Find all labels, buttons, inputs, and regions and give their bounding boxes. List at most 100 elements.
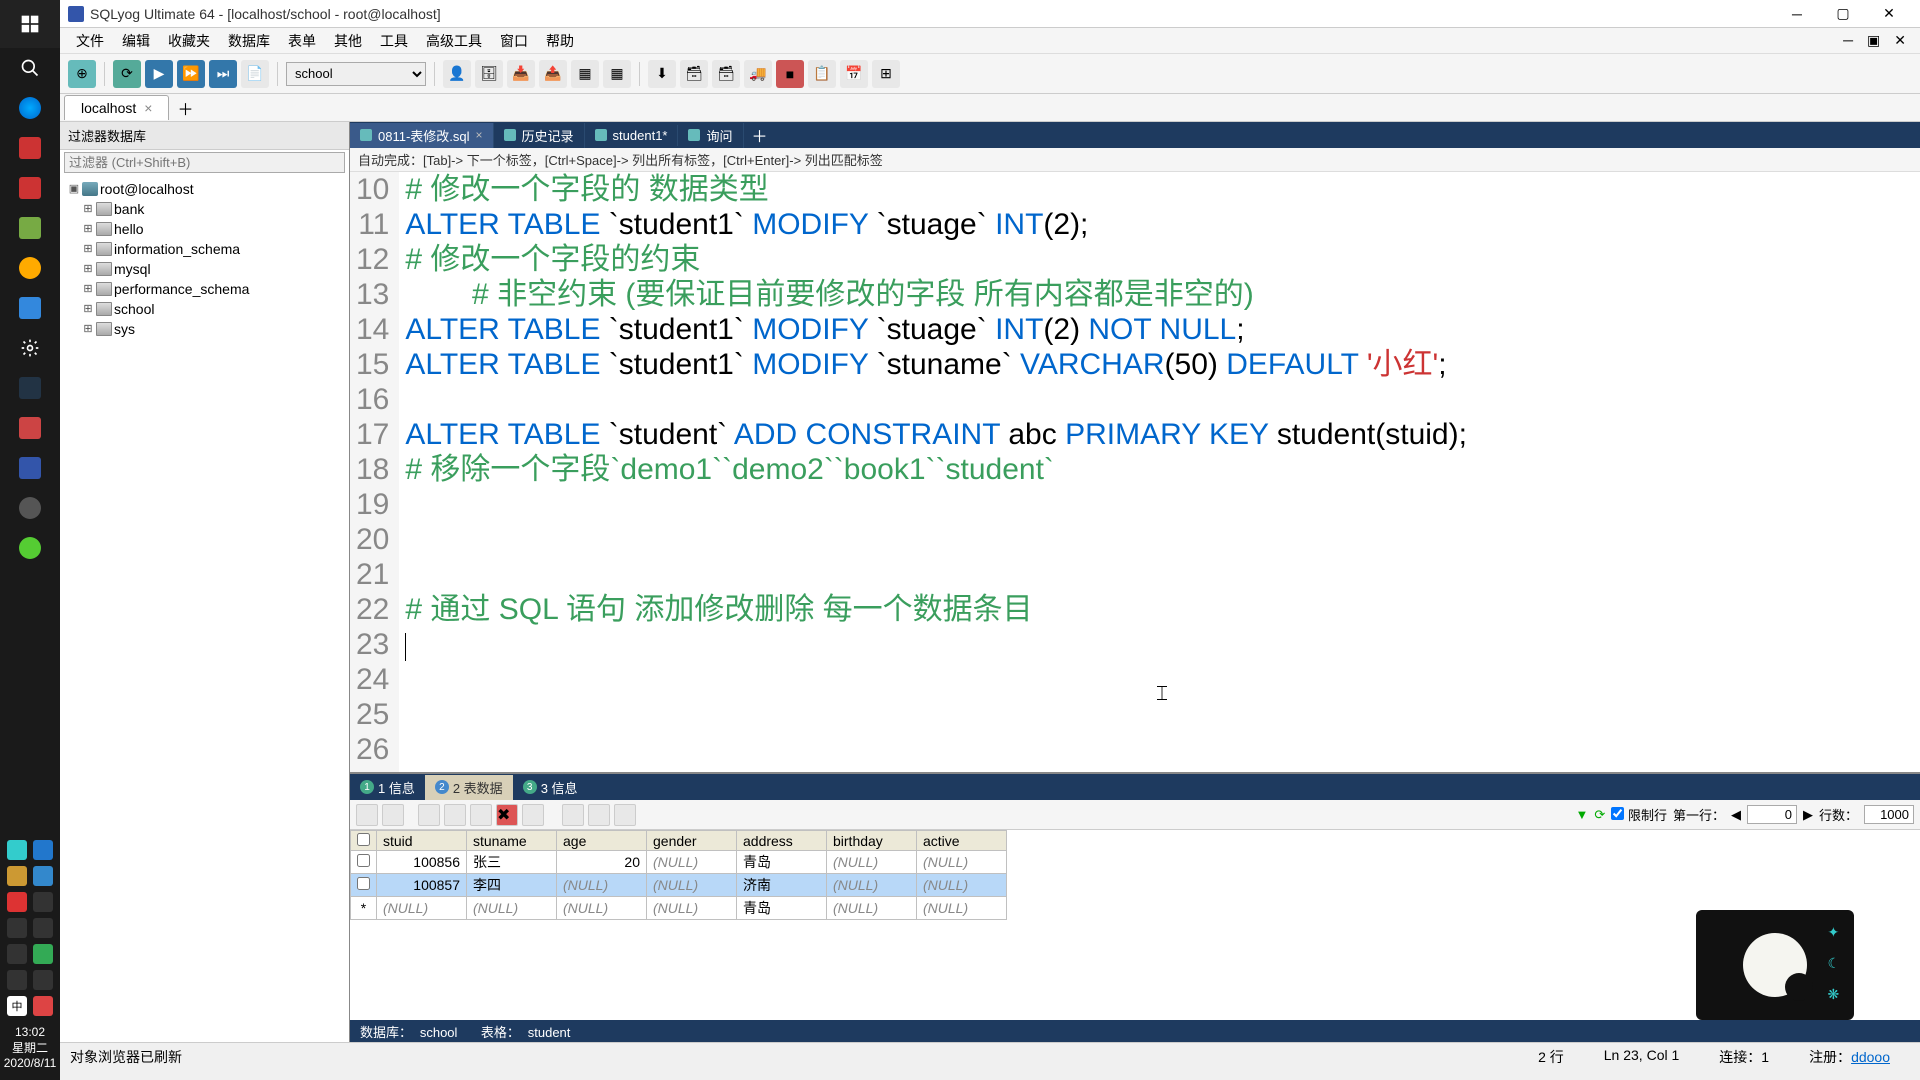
- column-header[interactable]: stuid: [377, 831, 467, 851]
- exec-button[interactable]: ▶: [145, 60, 173, 88]
- result-tab[interactable]: 22 表数据: [425, 775, 513, 800]
- tool-button[interactable]: 📄: [241, 60, 269, 88]
- delete-row-button[interactable]: ✖: [496, 804, 518, 826]
- tree-db-item[interactable]: ⊞hello: [64, 219, 345, 239]
- menu-advtools[interactable]: 高级工具: [418, 29, 490, 53]
- tree-db-item[interactable]: ⊞bank: [64, 199, 345, 219]
- widget-icon[interactable]: ☾: [1827, 955, 1840, 972]
- app-icon[interactable]: [0, 488, 60, 528]
- column-header[interactable]: stuname: [467, 831, 557, 851]
- widget-icon[interactable]: ✦: [1827, 924, 1840, 941]
- grid-view-button[interactable]: [614, 804, 636, 826]
- tool-button[interactable]: 🚚: [744, 60, 772, 88]
- tray-icon[interactable]: [33, 970, 53, 990]
- tool-button[interactable]: 🗄: [475, 60, 503, 88]
- file-tab[interactable]: 0811-表修改.sql×: [350, 123, 494, 148]
- network-icon[interactable]: [7, 918, 27, 938]
- grid-button[interactable]: [382, 804, 404, 826]
- db-tree[interactable]: ▣root@localhost ⊞bank⊞hello⊞information_…: [60, 175, 349, 343]
- settings-icon[interactable]: [0, 328, 60, 368]
- tool-button[interactable]: 🗃: [680, 60, 708, 88]
- checkbox-header[interactable]: [351, 831, 377, 851]
- tray-icon[interactable]: [7, 944, 27, 964]
- tool-button[interactable]: ■: [776, 60, 804, 88]
- tray-icon[interactable]: [7, 970, 27, 990]
- data-grid[interactable]: stuidstunameagegenderaddressbirthdayacti…: [350, 830, 1920, 1020]
- app-icon[interactable]: [0, 248, 60, 288]
- menu-tools[interactable]: 工具: [372, 29, 416, 53]
- column-header[interactable]: gender: [647, 831, 737, 851]
- row-count-input[interactable]: [1864, 805, 1914, 824]
- grid-view-button[interactable]: [562, 804, 584, 826]
- tray-icon[interactable]: [7, 840, 27, 860]
- tool-button[interactable]: 📋: [808, 60, 836, 88]
- column-header[interactable]: active: [917, 831, 1007, 851]
- tray-icon[interactable]: [33, 996, 53, 1016]
- table-row[interactable]: 100857李四(NULL)(NULL)济南(NULL)(NULL): [351, 874, 1007, 897]
- tool-button[interactable]: 📤: [539, 60, 567, 88]
- tree-root[interactable]: ▣root@localhost: [64, 179, 345, 199]
- column-header[interactable]: birthday: [827, 831, 917, 851]
- menu-edit[interactable]: 编辑: [114, 29, 158, 53]
- refresh-icon[interactable]: ⟳: [1594, 807, 1605, 823]
- app-icon[interactable]: [0, 408, 60, 448]
- column-header[interactable]: age: [557, 831, 647, 851]
- start-button[interactable]: [0, 0, 60, 48]
- menu-file[interactable]: 文件: [68, 29, 112, 53]
- add-tab-button[interactable]: ＋: [173, 98, 197, 118]
- app-icon[interactable]: [0, 208, 60, 248]
- close-icon[interactable]: ×: [144, 100, 152, 116]
- file-tab[interactable]: 历史记录: [494, 123, 585, 148]
- mdi-close-icon[interactable]: ✕: [1888, 32, 1912, 49]
- app-icon[interactable]: [0, 168, 60, 208]
- taskbar-clock[interactable]: 13:02 星期二 2020/8/11: [4, 1025, 57, 1072]
- menu-table[interactable]: 表单: [280, 29, 324, 53]
- mdi-max-icon[interactable]: ▣: [1861, 32, 1886, 49]
- tool-button[interactable]: 📥: [507, 60, 535, 88]
- close-icon[interactable]: ×: [476, 128, 483, 142]
- limit-rows-checkbox[interactable]: 限制行: [1611, 805, 1667, 824]
- exec-sel-button[interactable]: ⏭: [209, 60, 237, 88]
- minimize-button[interactable]: ─: [1774, 1, 1820, 27]
- search-icon[interactable]: [0, 48, 60, 88]
- grid-view-button[interactable]: [588, 804, 610, 826]
- table-row[interactable]: 100856张三20(NULL)青岛(NULL)(NULL): [351, 851, 1007, 874]
- sqlyog-icon[interactable]: [0, 448, 60, 488]
- next-page-button[interactable]: ▶: [1803, 807, 1813, 823]
- grid-button[interactable]: [444, 804, 466, 826]
- tool-button[interactable]: ⬇: [648, 60, 676, 88]
- app-icon[interactable]: [0, 368, 60, 408]
- table-row[interactable]: *(NULL)(NULL)(NULL)(NULL)青岛(NULL)(NULL): [351, 897, 1007, 920]
- app-icon[interactable]: [0, 288, 60, 328]
- tray-icon[interactable]: [33, 840, 53, 860]
- sql-editor[interactable]: 1011121314151617181920212223242526 # 修改一…: [350, 172, 1920, 772]
- app-icon[interactable]: [0, 128, 60, 168]
- tree-db-item[interactable]: ⊞mysql: [64, 259, 345, 279]
- refresh-button[interactable]: ⟳: [113, 60, 141, 88]
- tree-db-item[interactable]: ⊞school: [64, 299, 345, 319]
- volume-icon[interactable]: [33, 918, 53, 938]
- column-header[interactable]: address: [737, 831, 827, 851]
- tool-button[interactable]: ⊞: [872, 60, 900, 88]
- filter-icon[interactable]: ▼: [1576, 807, 1589, 822]
- widget-icon[interactable]: ❋: [1827, 986, 1840, 1003]
- tool-button[interactable]: 👤: [443, 60, 471, 88]
- add-file-tab[interactable]: ＋: [744, 121, 776, 149]
- database-selector[interactable]: school: [286, 62, 426, 86]
- floating-avatar-widget[interactable]: ✦ ☾ ❋: [1696, 910, 1854, 1020]
- tree-db-item[interactable]: ⊞sys: [64, 319, 345, 339]
- grid-button[interactable]: [470, 804, 492, 826]
- exec-all-button[interactable]: ⏩: [177, 60, 205, 88]
- connection-tab[interactable]: localhost×: [64, 95, 169, 120]
- first-row-input[interactable]: [1747, 805, 1797, 824]
- tray-icon[interactable]: [33, 892, 53, 912]
- tray-icon[interactable]: [33, 866, 53, 886]
- edge-icon[interactable]: [0, 88, 60, 128]
- maximize-button[interactable]: ▢: [1820, 1, 1866, 27]
- tree-db-item[interactable]: ⊞information_schema: [64, 239, 345, 259]
- menu-window[interactable]: 窗口: [492, 29, 536, 53]
- app-icon[interactable]: [0, 528, 60, 568]
- menu-help[interactable]: 帮助: [538, 29, 582, 53]
- menu-other[interactable]: 其他: [326, 29, 370, 53]
- close-button[interactable]: ✕: [1866, 1, 1912, 27]
